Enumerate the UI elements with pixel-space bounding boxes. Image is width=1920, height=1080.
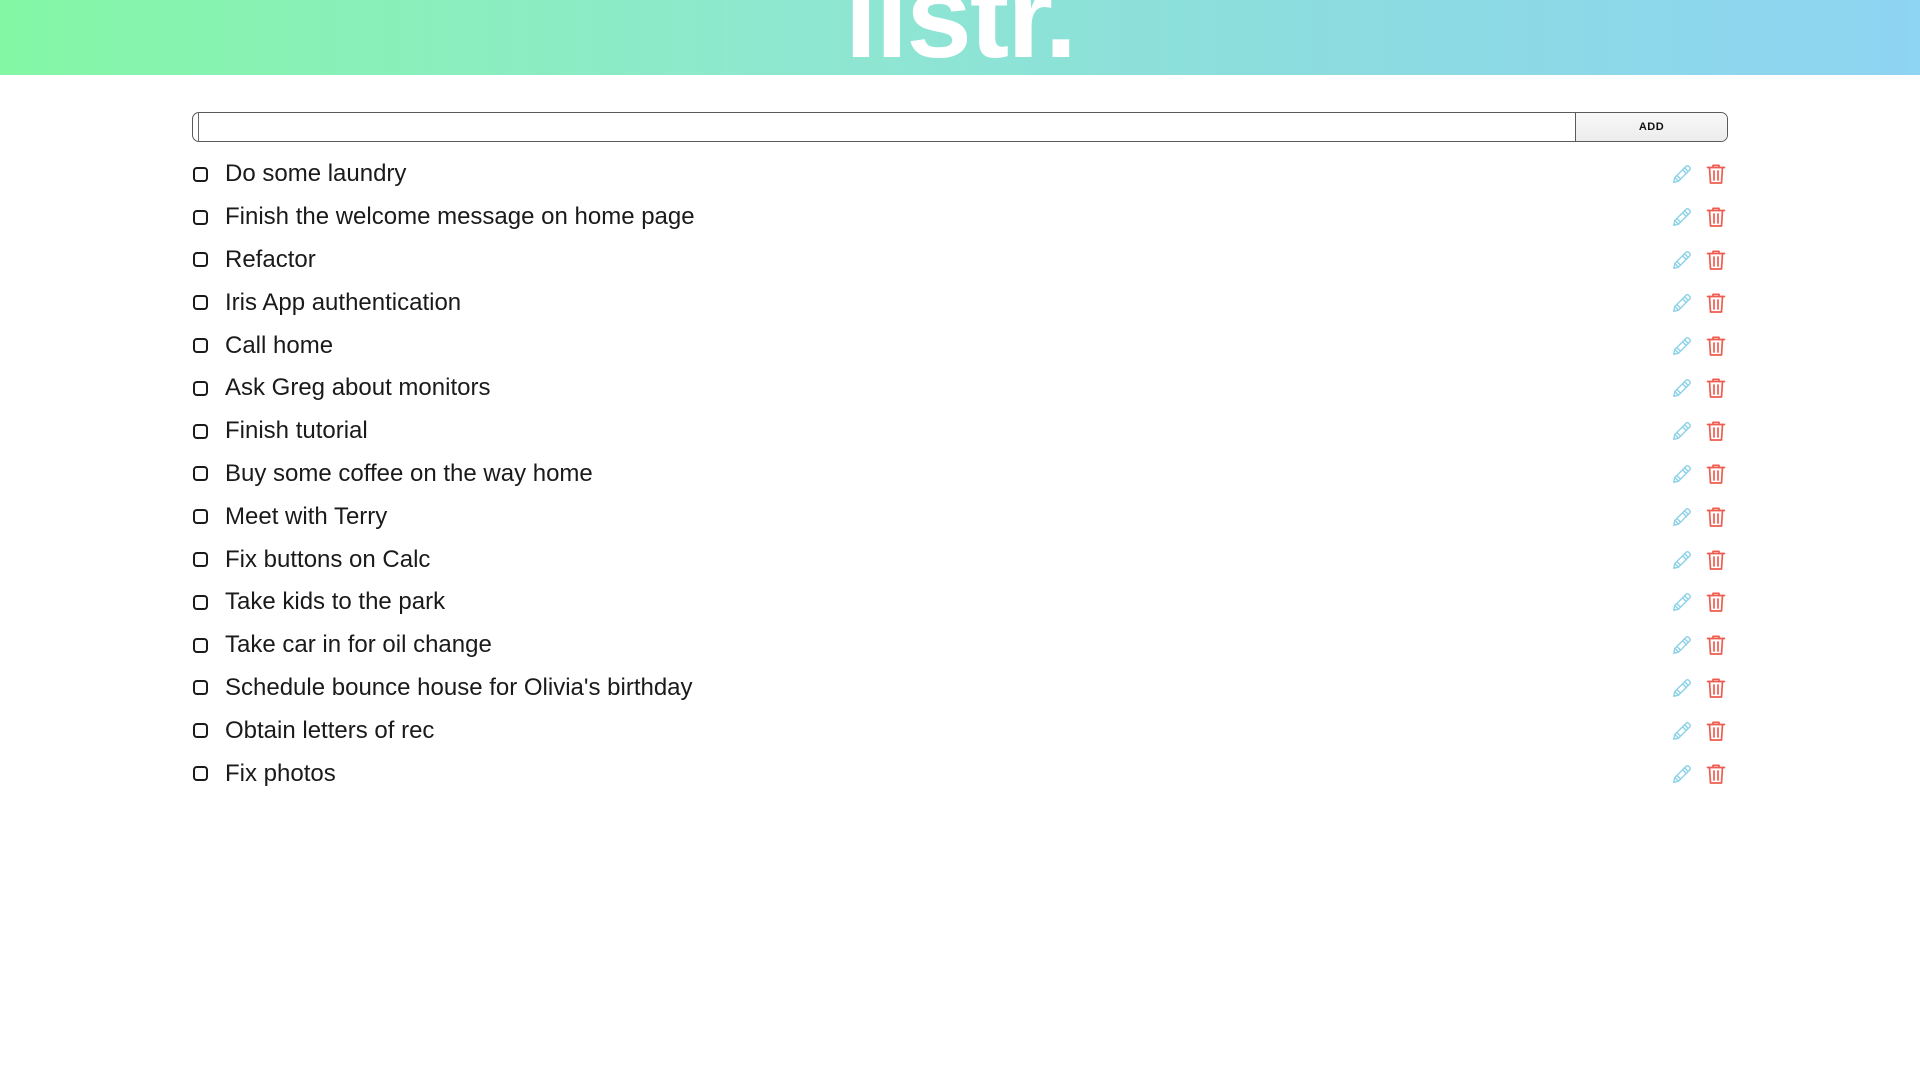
trash-icon[interactable] bbox=[1704, 676, 1728, 700]
trash-icon[interactable] bbox=[1704, 462, 1728, 486]
app-logo: listr. bbox=[844, 0, 1078, 75]
task-actions bbox=[1670, 505, 1728, 529]
task-actions bbox=[1670, 590, 1728, 614]
pencil-icon[interactable] bbox=[1670, 633, 1694, 657]
task-item: Fix buttons on Calc bbox=[192, 538, 1728, 581]
task-label: Fix photos bbox=[225, 759, 336, 787]
pencil-icon[interactable] bbox=[1670, 205, 1694, 229]
new-task-input[interactable] bbox=[199, 113, 1575, 141]
task-item: Buy some coffee on the way home bbox=[192, 453, 1728, 496]
task-label: Fix buttons on Calc bbox=[225, 545, 431, 573]
trash-icon[interactable] bbox=[1704, 291, 1728, 315]
task-label: Iris App authentication bbox=[225, 288, 462, 316]
task-label: Obtain letters of rec bbox=[225, 716, 435, 744]
task-checkbox[interactable] bbox=[193, 509, 208, 525]
task-actions bbox=[1670, 376, 1728, 400]
task-checkbox[interactable] bbox=[193, 466, 208, 482]
task-checkbox[interactable] bbox=[193, 380, 208, 396]
trash-icon[interactable] bbox=[1704, 419, 1728, 443]
task-item: Schedule bounce house for Olivia's birth… bbox=[192, 667, 1728, 710]
task-checkbox[interactable] bbox=[193, 766, 208, 782]
task-item: Take kids to the park bbox=[192, 581, 1728, 624]
trash-icon[interactable] bbox=[1704, 205, 1728, 229]
task-checkbox[interactable] bbox=[193, 594, 208, 610]
task-checkbox[interactable] bbox=[193, 723, 208, 739]
task-label: Take car in for oil change bbox=[225, 631, 492, 659]
task-label: Finish tutorial bbox=[225, 417, 368, 445]
pencil-icon[interactable] bbox=[1670, 590, 1694, 614]
pencil-icon[interactable] bbox=[1670, 548, 1694, 572]
pencil-icon[interactable] bbox=[1670, 376, 1694, 400]
task-item: Iris App authentication bbox=[192, 281, 1728, 324]
task-label: Ask Greg about monitors bbox=[225, 374, 491, 402]
trash-icon[interactable] bbox=[1704, 719, 1728, 743]
task-checkbox[interactable] bbox=[193, 552, 208, 568]
task-actions bbox=[1670, 633, 1728, 657]
task-actions bbox=[1670, 719, 1728, 743]
task-list: Do some laundry Finish the welcome messag… bbox=[192, 153, 1728, 795]
task-label: Refactor bbox=[225, 245, 316, 273]
task-label: Call home bbox=[225, 331, 334, 359]
pencil-icon[interactable] bbox=[1670, 291, 1694, 315]
trash-icon[interactable] bbox=[1704, 548, 1728, 572]
task-actions bbox=[1670, 419, 1728, 443]
task-actions bbox=[1670, 291, 1728, 315]
pencil-icon[interactable] bbox=[1670, 762, 1694, 786]
add-button[interactable]: ADD bbox=[1575, 113, 1727, 141]
task-item: Call home bbox=[192, 324, 1728, 367]
trash-icon[interactable] bbox=[1704, 633, 1728, 657]
task-checkbox[interactable] bbox=[193, 680, 208, 696]
task-item: Meet with Terry bbox=[192, 495, 1728, 538]
task-checkbox[interactable] bbox=[193, 637, 208, 653]
trash-icon[interactable] bbox=[1704, 334, 1728, 358]
pencil-icon[interactable] bbox=[1670, 419, 1694, 443]
task-label: Meet with Terry bbox=[225, 502, 388, 530]
pencil-icon[interactable] bbox=[1670, 505, 1694, 529]
task-item: Refactor bbox=[192, 239, 1728, 282]
task-actions bbox=[1670, 205, 1728, 229]
task-actions bbox=[1670, 762, 1728, 786]
task-item: Finish tutorial bbox=[192, 410, 1728, 453]
pencil-icon[interactable] bbox=[1670, 162, 1694, 186]
pencil-icon[interactable] bbox=[1670, 676, 1694, 700]
task-checkbox[interactable] bbox=[193, 209, 208, 225]
task-checkbox[interactable] bbox=[193, 295, 208, 311]
task-actions bbox=[1670, 334, 1728, 358]
task-actions bbox=[1670, 676, 1728, 700]
task-checkbox[interactable] bbox=[193, 423, 208, 439]
pencil-icon[interactable] bbox=[1670, 462, 1694, 486]
task-checkbox[interactable] bbox=[193, 166, 208, 182]
trash-icon[interactable] bbox=[1704, 376, 1728, 400]
task-label: Schedule bounce house for Olivia's birth… bbox=[225, 673, 693, 701]
task-label: Take kids to the park bbox=[225, 588, 446, 616]
task-item: Obtain letters of rec bbox=[192, 709, 1728, 752]
trash-icon[interactable] bbox=[1704, 505, 1728, 529]
trash-icon[interactable] bbox=[1704, 248, 1728, 272]
task-item: Take car in for oil change bbox=[192, 624, 1728, 667]
task-label: Finish the welcome message on home page bbox=[225, 203, 695, 231]
trash-icon[interactable] bbox=[1704, 590, 1728, 614]
trash-icon[interactable] bbox=[1704, 762, 1728, 786]
app-header: listr. bbox=[0, 0, 1920, 75]
task-item: Finish the welcome message on home page bbox=[192, 196, 1728, 239]
pencil-icon[interactable] bbox=[1670, 334, 1694, 358]
task-item: Fix photos bbox=[192, 752, 1728, 795]
task-checkbox[interactable] bbox=[193, 252, 208, 268]
task-actions bbox=[1670, 162, 1728, 186]
task-actions bbox=[1670, 548, 1728, 572]
task-label: Buy some coffee on the way home bbox=[225, 459, 593, 487]
task-actions bbox=[1670, 248, 1728, 272]
task-item: Ask Greg about monitors bbox=[192, 367, 1728, 410]
trash-icon[interactable] bbox=[1704, 162, 1728, 186]
add-task-form: ADD bbox=[192, 112, 1728, 142]
pencil-icon[interactable] bbox=[1670, 248, 1694, 272]
task-item: Do some laundry bbox=[192, 153, 1728, 196]
task-label: Do some laundry bbox=[225, 160, 407, 188]
task-checkbox[interactable] bbox=[193, 338, 208, 354]
task-actions bbox=[1670, 462, 1728, 486]
pencil-icon[interactable] bbox=[1670, 719, 1694, 743]
